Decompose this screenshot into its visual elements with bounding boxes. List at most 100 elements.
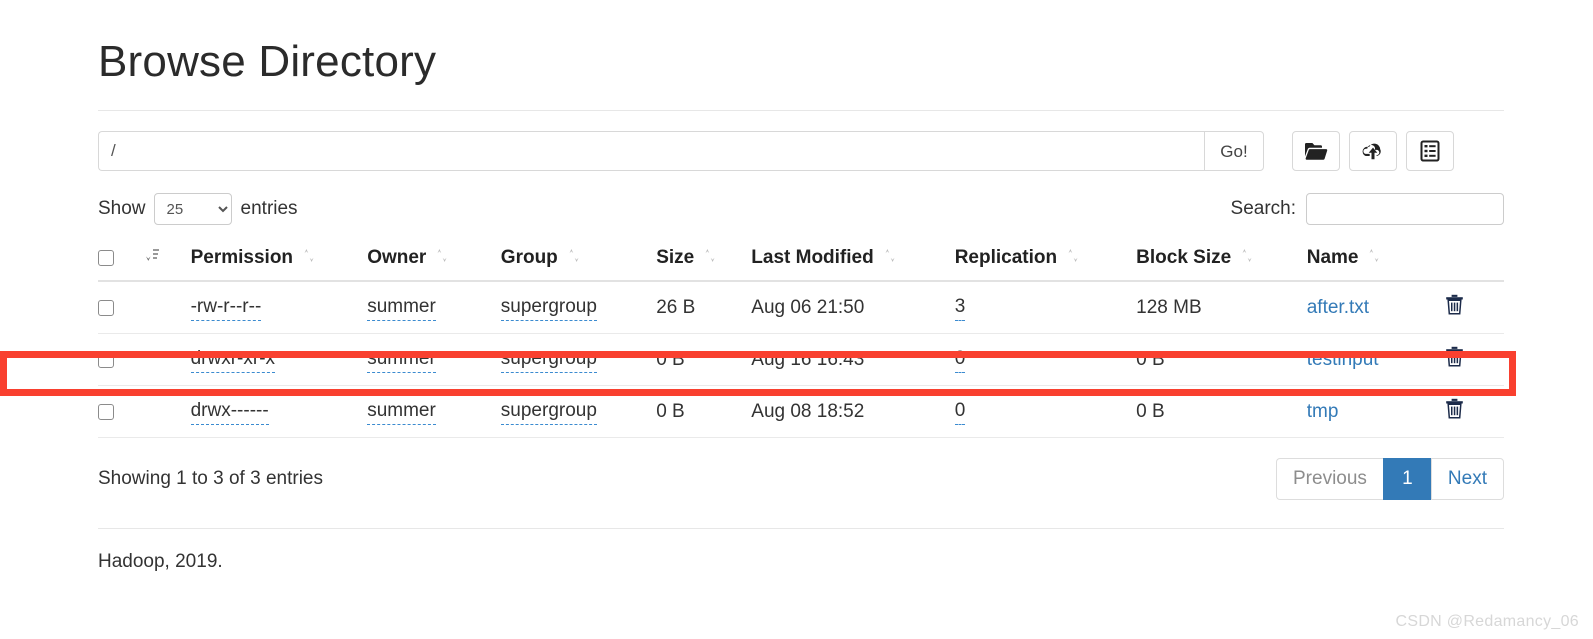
owner-value[interactable]: summer: [367, 399, 436, 425]
table-head: Permission Owner Group Size Last Modifie…: [98, 239, 1504, 283]
trash-icon[interactable]: [1445, 398, 1464, 425]
cell-name: testinput: [1306, 333, 1445, 387]
page-title: Browse Directory: [98, 37, 437, 86]
header-owner-label: Owner: [367, 247, 427, 269]
sort-both-icon[interactable]: [1368, 247, 1380, 269]
row-checkbox[interactable]: [98, 351, 114, 368]
pagination-next[interactable]: Next: [1430, 458, 1504, 501]
replication-value[interactable]: 0: [954, 347, 966, 373]
browse-directory-page: Browse Directory Go!: [0, 0, 1593, 639]
group-value[interactable]: supergroup: [500, 399, 597, 425]
header-block-size[interactable]: Block Size: [1136, 239, 1307, 283]
list-clipboard-icon: [1419, 140, 1441, 162]
folder-open-icon: [1304, 141, 1328, 161]
header-size-label: Size: [656, 247, 695, 269]
new-directory-button[interactable]: [1292, 131, 1340, 172]
upload-files-button[interactable]: [1349, 131, 1397, 172]
cell-block-size: 128 MB: [1136, 281, 1307, 335]
entries-info: Showing 1 to 3 of 3 entries: [98, 468, 323, 490]
header-size[interactable]: Size: [656, 239, 752, 283]
cell-group: supergroup: [500, 333, 657, 387]
row-select-cell: [98, 281, 136, 335]
select-all-checkbox[interactable]: [98, 250, 114, 267]
file-listing-table: Permission Owner Group Size Last Modifie…: [98, 239, 1504, 439]
sort-both-icon[interactable]: [704, 247, 716, 269]
cell-name: after.txt: [1306, 281, 1445, 335]
replication-value[interactable]: 3: [954, 295, 966, 321]
row-checkbox[interactable]: [98, 403, 114, 420]
cell-owner: summer: [367, 385, 501, 439]
trash-icon[interactable]: [1445, 294, 1464, 321]
search-label: Search:: [1230, 198, 1296, 220]
header-permission-label: Permission: [190, 247, 294, 269]
watermark: CSDN @Redamancy_06: [1395, 613, 1579, 630]
header-name[interactable]: Name: [1306, 239, 1445, 283]
pagination: Previous 1 Next: [1276, 458, 1504, 501]
group-value[interactable]: supergroup: [500, 295, 597, 321]
cell-block-size: 0 B: [1136, 333, 1307, 387]
header-delete: [1444, 239, 1504, 283]
cell-delete: [1444, 333, 1504, 387]
header-select-all: [98, 239, 136, 283]
table-header-row: Permission Owner Group Size Last Modifie…: [98, 239, 1504, 283]
header-name-label: Name: [1306, 247, 1359, 269]
page-container: Browse Directory Go!: [98, 0, 1504, 573]
cell-size: 0 B: [656, 333, 752, 387]
row-spacer-cell: [135, 281, 191, 335]
trash-icon[interactable]: [1445, 346, 1464, 373]
row-select-cell: [98, 333, 136, 387]
cell-replication: 3: [954, 281, 1137, 335]
cloud-upload-icon: [1361, 141, 1385, 161]
header-group[interactable]: Group: [500, 239, 657, 283]
row-checkbox[interactable]: [98, 299, 114, 316]
header-last-modified[interactable]: Last Modified: [751, 239, 955, 283]
cell-last-modified: Aug 08 18:52: [751, 385, 955, 439]
sort-both-icon[interactable]: [568, 247, 580, 269]
sort-both-icon[interactable]: [303, 247, 315, 269]
show-label: Show: [98, 198, 146, 220]
sort-descending-icon[interactable]: [145, 247, 160, 269]
table-row: -rw-r--r-- summer supergroup 26 B Aug 06…: [98, 281, 1504, 335]
sort-both-icon[interactable]: [1067, 247, 1079, 269]
path-input[interactable]: [98, 131, 1204, 172]
permission-value[interactable]: -rw-r--r--: [190, 295, 262, 321]
header-replication[interactable]: Replication: [954, 239, 1137, 283]
cell-permission: drwxr-xr-x: [190, 333, 368, 387]
replication-value[interactable]: 0: [954, 399, 966, 425]
table-controls: Show 25 entries Search:: [98, 193, 1504, 226]
file-name-link[interactable]: after.txt: [1307, 297, 1369, 318]
snapshot-list-button[interactable]: [1406, 131, 1454, 172]
cell-size: 0 B: [656, 385, 752, 439]
row-spacer-cell: [135, 333, 191, 387]
header-replication-label: Replication: [954, 247, 1058, 269]
page-length-select[interactable]: 25: [153, 193, 232, 226]
site-footer: Hadoop, 2019.: [98, 551, 223, 573]
go-button[interactable]: Go!: [1204, 131, 1264, 172]
header-group-label: Group: [500, 247, 558, 269]
cell-replication: 0: [954, 333, 1137, 387]
file-name-link[interactable]: tmp: [1307, 401, 1339, 422]
permission-value[interactable]: drwxr-xr-x: [190, 347, 276, 373]
file-name-link[interactable]: testinput: [1307, 349, 1379, 370]
cell-permission: drwx------: [190, 385, 368, 439]
cell-last-modified: Aug 16 16:43: [751, 333, 955, 387]
group-value[interactable]: supergroup: [500, 347, 597, 373]
owner-value[interactable]: summer: [367, 295, 436, 321]
sort-both-icon[interactable]: [436, 247, 448, 269]
pagination-previous[interactable]: Previous: [1276, 458, 1383, 501]
header-permission[interactable]: Permission: [190, 239, 368, 283]
pagination-page-1[interactable]: 1: [1382, 458, 1431, 501]
row-select-cell: [98, 385, 136, 439]
header-sort-column[interactable]: [135, 239, 191, 283]
sort-both-icon[interactable]: [884, 247, 896, 269]
sort-both-icon[interactable]: [1241, 247, 1253, 269]
permission-value[interactable]: drwx------: [190, 399, 269, 425]
title-divider: [98, 110, 1504, 112]
cell-delete: [1444, 385, 1504, 439]
header-block-size-label: Block Size: [1136, 247, 1232, 269]
owner-value[interactable]: summer: [367, 347, 436, 373]
header-owner[interactable]: Owner: [367, 239, 501, 283]
cell-owner: summer: [367, 281, 501, 335]
search-input[interactable]: [1306, 193, 1504, 226]
page-length-control: Show 25 entries: [98, 193, 298, 226]
